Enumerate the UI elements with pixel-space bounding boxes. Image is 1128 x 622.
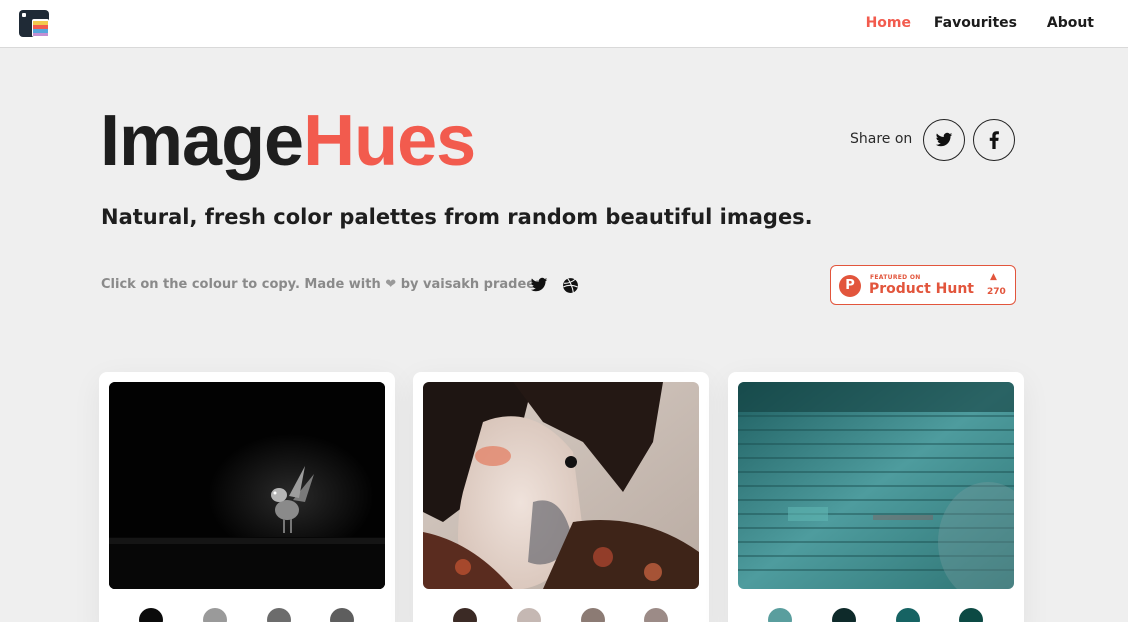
dribbble-icon[interactable] bbox=[562, 277, 579, 294]
share-label: Share on bbox=[850, 131, 913, 147]
site-title-image: Image bbox=[100, 101, 304, 181]
site-title-hues: Hues bbox=[303, 101, 476, 181]
color-swatch[interactable] bbox=[581, 608, 605, 622]
logo-icon[interactable] bbox=[19, 10, 49, 37]
credits-prefix: Click on the colour to copy. Made with bbox=[101, 277, 381, 292]
credits-author[interactable]: by vaisakh pradeep bbox=[401, 277, 545, 292]
color-swatch[interactable] bbox=[453, 608, 477, 622]
tagline: Natural, fresh color palettes from rando… bbox=[101, 205, 813, 229]
palette-card bbox=[413, 372, 709, 622]
palette-card bbox=[99, 372, 395, 622]
color-swatch[interactable] bbox=[959, 608, 983, 622]
nav-home[interactable]: Home bbox=[866, 15, 911, 31]
upvote-icon: ▲ bbox=[990, 272, 997, 282]
nav-favourites[interactable]: Favourites bbox=[934, 15, 1017, 31]
site-title: ImageHues bbox=[100, 98, 476, 184]
twitter-icon bbox=[935, 132, 953, 147]
upvote-count: 270 bbox=[987, 287, 1006, 297]
color-swatch[interactable] bbox=[517, 608, 541, 622]
product-hunt-featured: FEATURED ON bbox=[870, 274, 921, 281]
share-twitter-button[interactable] bbox=[923, 119, 965, 161]
color-swatch[interactable] bbox=[768, 608, 792, 622]
credits-text: Click on the colour to copy. Made with ❤… bbox=[101, 277, 544, 292]
color-swatch[interactable] bbox=[896, 608, 920, 622]
color-swatch[interactable] bbox=[644, 608, 668, 622]
color-swatch[interactable] bbox=[139, 608, 163, 622]
color-swatch[interactable] bbox=[832, 608, 856, 622]
product-hunt-icon: P bbox=[839, 275, 861, 297]
product-hunt-name: Product Hunt bbox=[869, 281, 974, 297]
palette-image[interactable] bbox=[423, 382, 699, 589]
share-facebook-button[interactable] bbox=[973, 119, 1015, 161]
top-navbar: Home Favourites About bbox=[0, 0, 1128, 48]
product-hunt-badge[interactable]: P FEATURED ON Product Hunt ▲ 270 bbox=[830, 265, 1016, 305]
twitter-icon[interactable] bbox=[530, 276, 548, 294]
color-swatch[interactable] bbox=[267, 608, 291, 622]
color-swatch[interactable] bbox=[203, 608, 227, 622]
nav-about[interactable]: About bbox=[1047, 15, 1094, 31]
palette-image[interactable] bbox=[738, 382, 1014, 589]
facebook-icon bbox=[989, 131, 999, 149]
palette-image[interactable] bbox=[109, 382, 385, 589]
heart-icon: ❤ bbox=[385, 277, 397, 292]
palette-card bbox=[728, 372, 1024, 622]
color-swatch[interactable] bbox=[330, 608, 354, 622]
